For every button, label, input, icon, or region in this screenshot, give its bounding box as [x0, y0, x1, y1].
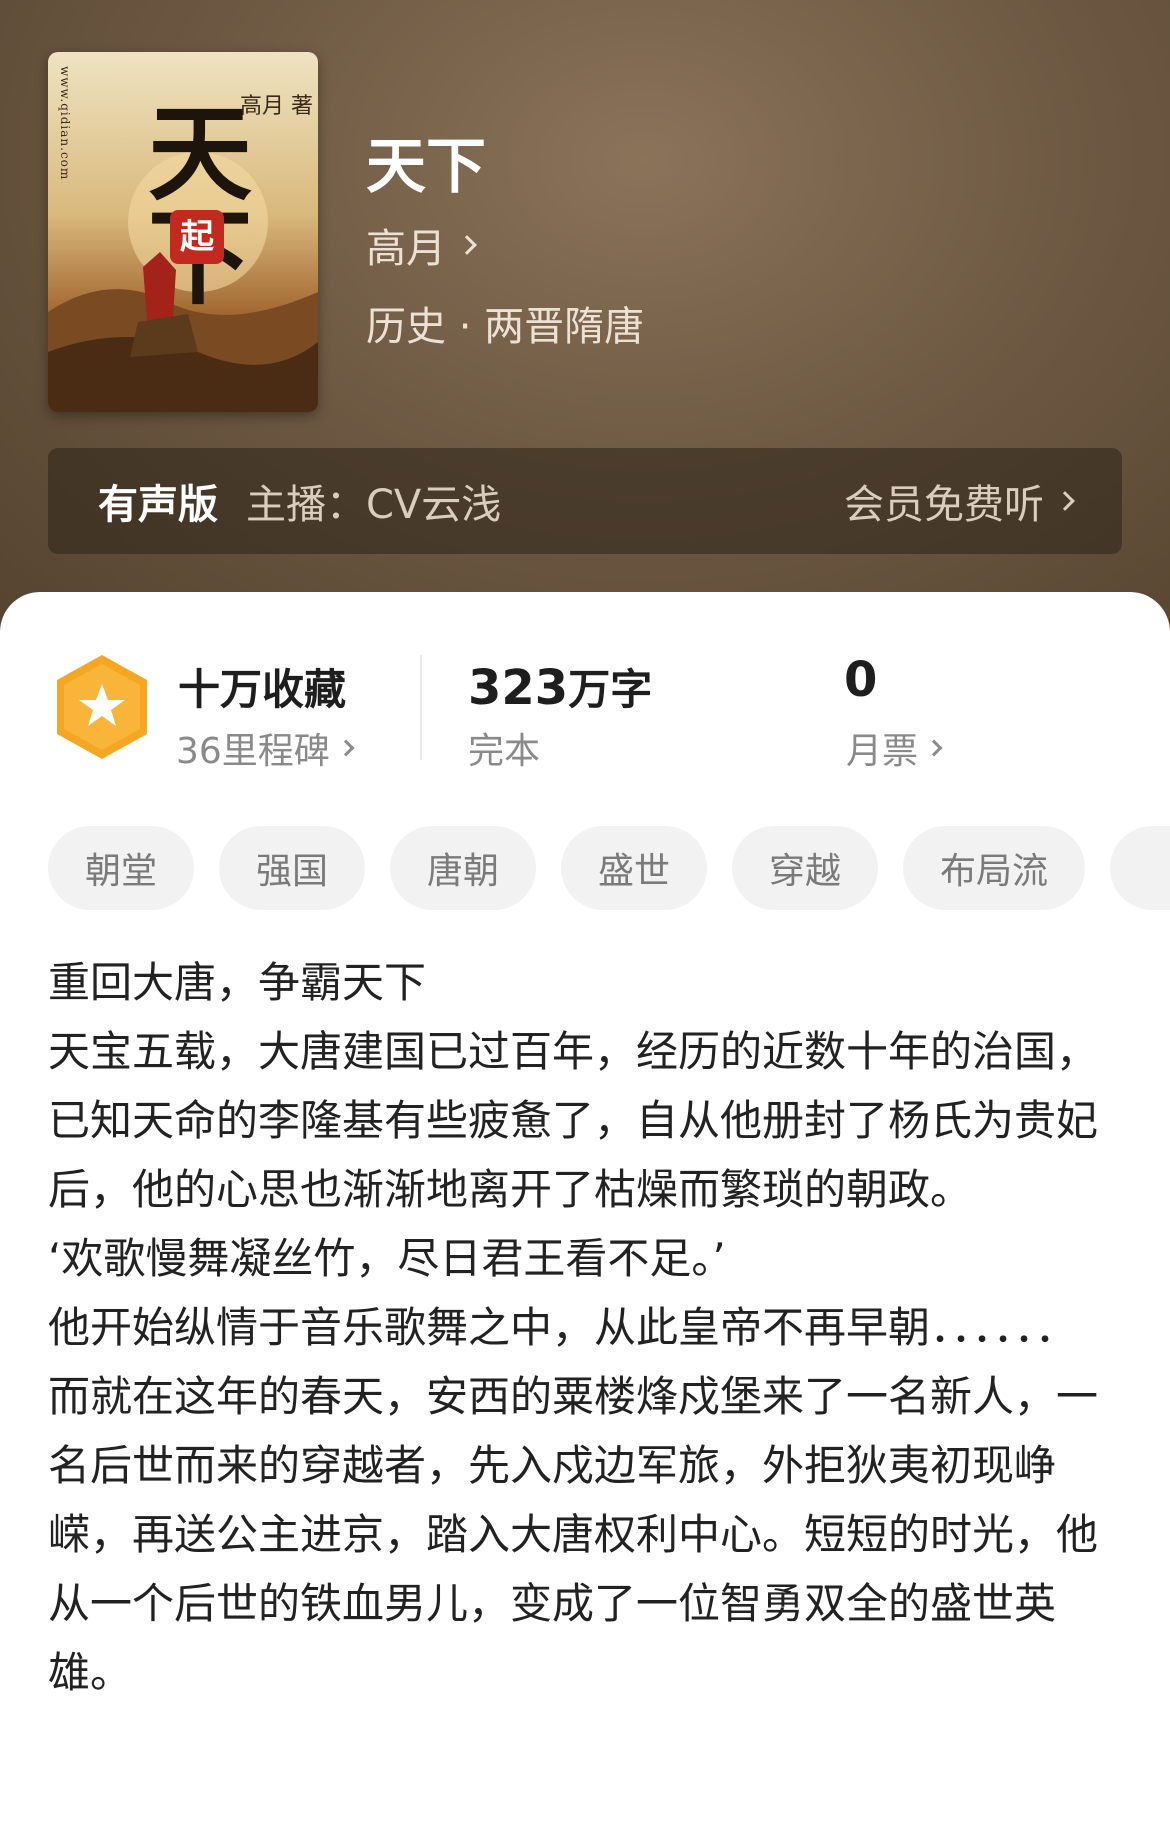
- favorites-count: 十万收藏: [178, 665, 347, 714]
- audio-anchor: 主播：CV云浅: [246, 482, 502, 528]
- description-line: 天宝五载，大唐建国已过百年，经历的近数十年的治国，已知天命的李隆基有些疲惫了，自…: [48, 1027, 1099, 1214]
- tag-chip[interactable]: 朝堂: [48, 826, 194, 910]
- chevron-right-icon: [1055, 491, 1075, 511]
- member-free-listen-label: 会员免费听: [844, 482, 1044, 528]
- author-name: 高月: [366, 226, 446, 272]
- monthly-ticket-count: 0: [844, 652, 878, 708]
- chevron-right-icon: [337, 739, 355, 757]
- book-title: 天下: [366, 132, 486, 202]
- tag-chip[interactable]: 唐朝: [390, 826, 536, 910]
- chevron-right-icon: [925, 739, 943, 757]
- tag-chip[interactable]: 盛世: [561, 826, 707, 910]
- word-count-value: 323: [468, 660, 569, 716]
- milestones-link[interactable]: 36里程碑: [176, 722, 355, 774]
- tag-chip[interactable]: 强国: [219, 826, 365, 910]
- audio-label: 有声版: [98, 482, 218, 528]
- audio-version-bar[interactable]: 有声版 主播：CV云浅 会员免费听: [48, 448, 1122, 554]
- description-line: 而就在这年的春天，安西的粟楼烽戍堡来了一名新人，一名后世而来的穿越者，先入戍边军…: [48, 1372, 1099, 1697]
- book-genre: 历史 · 两晋隋唐: [366, 304, 645, 350]
- chevron-right-icon: [457, 235, 477, 255]
- monthly-ticket-link[interactable]: 月票: [846, 722, 943, 774]
- stat-divider: [420, 655, 422, 760]
- cover-url: www.qidian.com: [58, 66, 72, 181]
- word-count: 323万字: [468, 656, 652, 717]
- author-link[interactable]: 高月: [366, 216, 477, 274]
- book-description[interactable]: 重回大唐，争霸天下 天宝五载，大唐建国已过百年，经历的近数十年的治国，已知天命的…: [48, 948, 1122, 1707]
- monthly-ticket-label: 月票: [846, 731, 919, 772]
- milestones-label: 36里程碑: [176, 731, 330, 772]
- tag-chip[interactable]: 布局流: [903, 826, 1085, 910]
- member-free-listen-button[interactable]: 会员免费听: [844, 472, 1075, 530]
- book-cover[interactable]: www.qidian.com 高月 著 天下 起: [48, 52, 318, 412]
- cover-seal: 起: [170, 210, 224, 264]
- word-count-unit: 万字: [568, 665, 653, 714]
- description-line: ‘欢歌慢舞凝丝竹，尽日君王看不足。’: [48, 1234, 726, 1283]
- description-line: 他开始纵情于音乐歌舞之中，从此皇帝不再早朝．．．．．．: [48, 1303, 1078, 1352]
- tag-chip[interactable]: 穿越: [732, 826, 878, 910]
- star-badge-icon: [57, 655, 147, 759]
- cover-title: 天下: [148, 92, 252, 310]
- completion-status: 完本: [468, 731, 541, 772]
- description-line: 重回大唐，争霸天下: [48, 958, 427, 1007]
